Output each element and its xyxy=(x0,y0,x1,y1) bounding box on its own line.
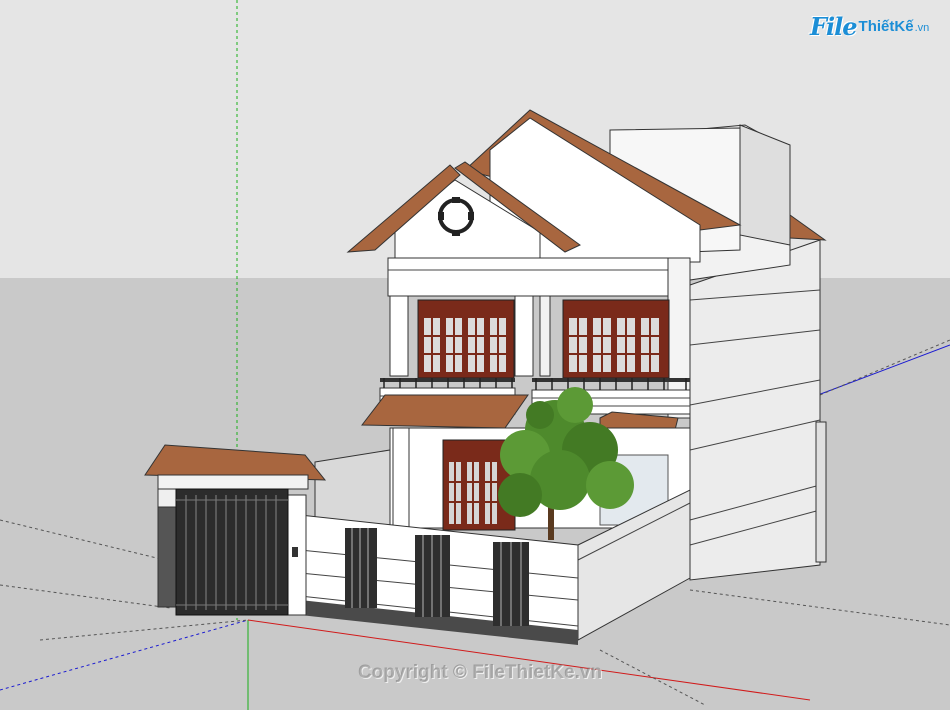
ground-column xyxy=(392,427,410,529)
gate xyxy=(175,488,289,616)
column-2 xyxy=(514,295,534,377)
porch-roof-left xyxy=(361,394,529,429)
gate-beam xyxy=(157,474,309,490)
model-viewport[interactable] xyxy=(0,0,950,710)
side-box xyxy=(739,124,791,246)
upper-window-left xyxy=(417,299,515,379)
column-3 xyxy=(539,295,551,377)
copyright-watermark: Copyright © FileThietKe.vn xyxy=(357,662,603,683)
logo-file-text: File xyxy=(810,11,858,41)
fence-inner-wall xyxy=(314,449,391,526)
gable-round-window xyxy=(438,198,474,234)
upper-window-right xyxy=(562,299,670,379)
logo-tld-text: .vn xyxy=(914,22,930,34)
site-logo: File ThiếtKế .vn xyxy=(810,8,942,44)
logo-brand-text: ThiếtKế xyxy=(858,17,914,35)
side-pillar xyxy=(815,421,827,563)
upper-facade xyxy=(387,257,691,297)
column-1 xyxy=(389,295,409,377)
